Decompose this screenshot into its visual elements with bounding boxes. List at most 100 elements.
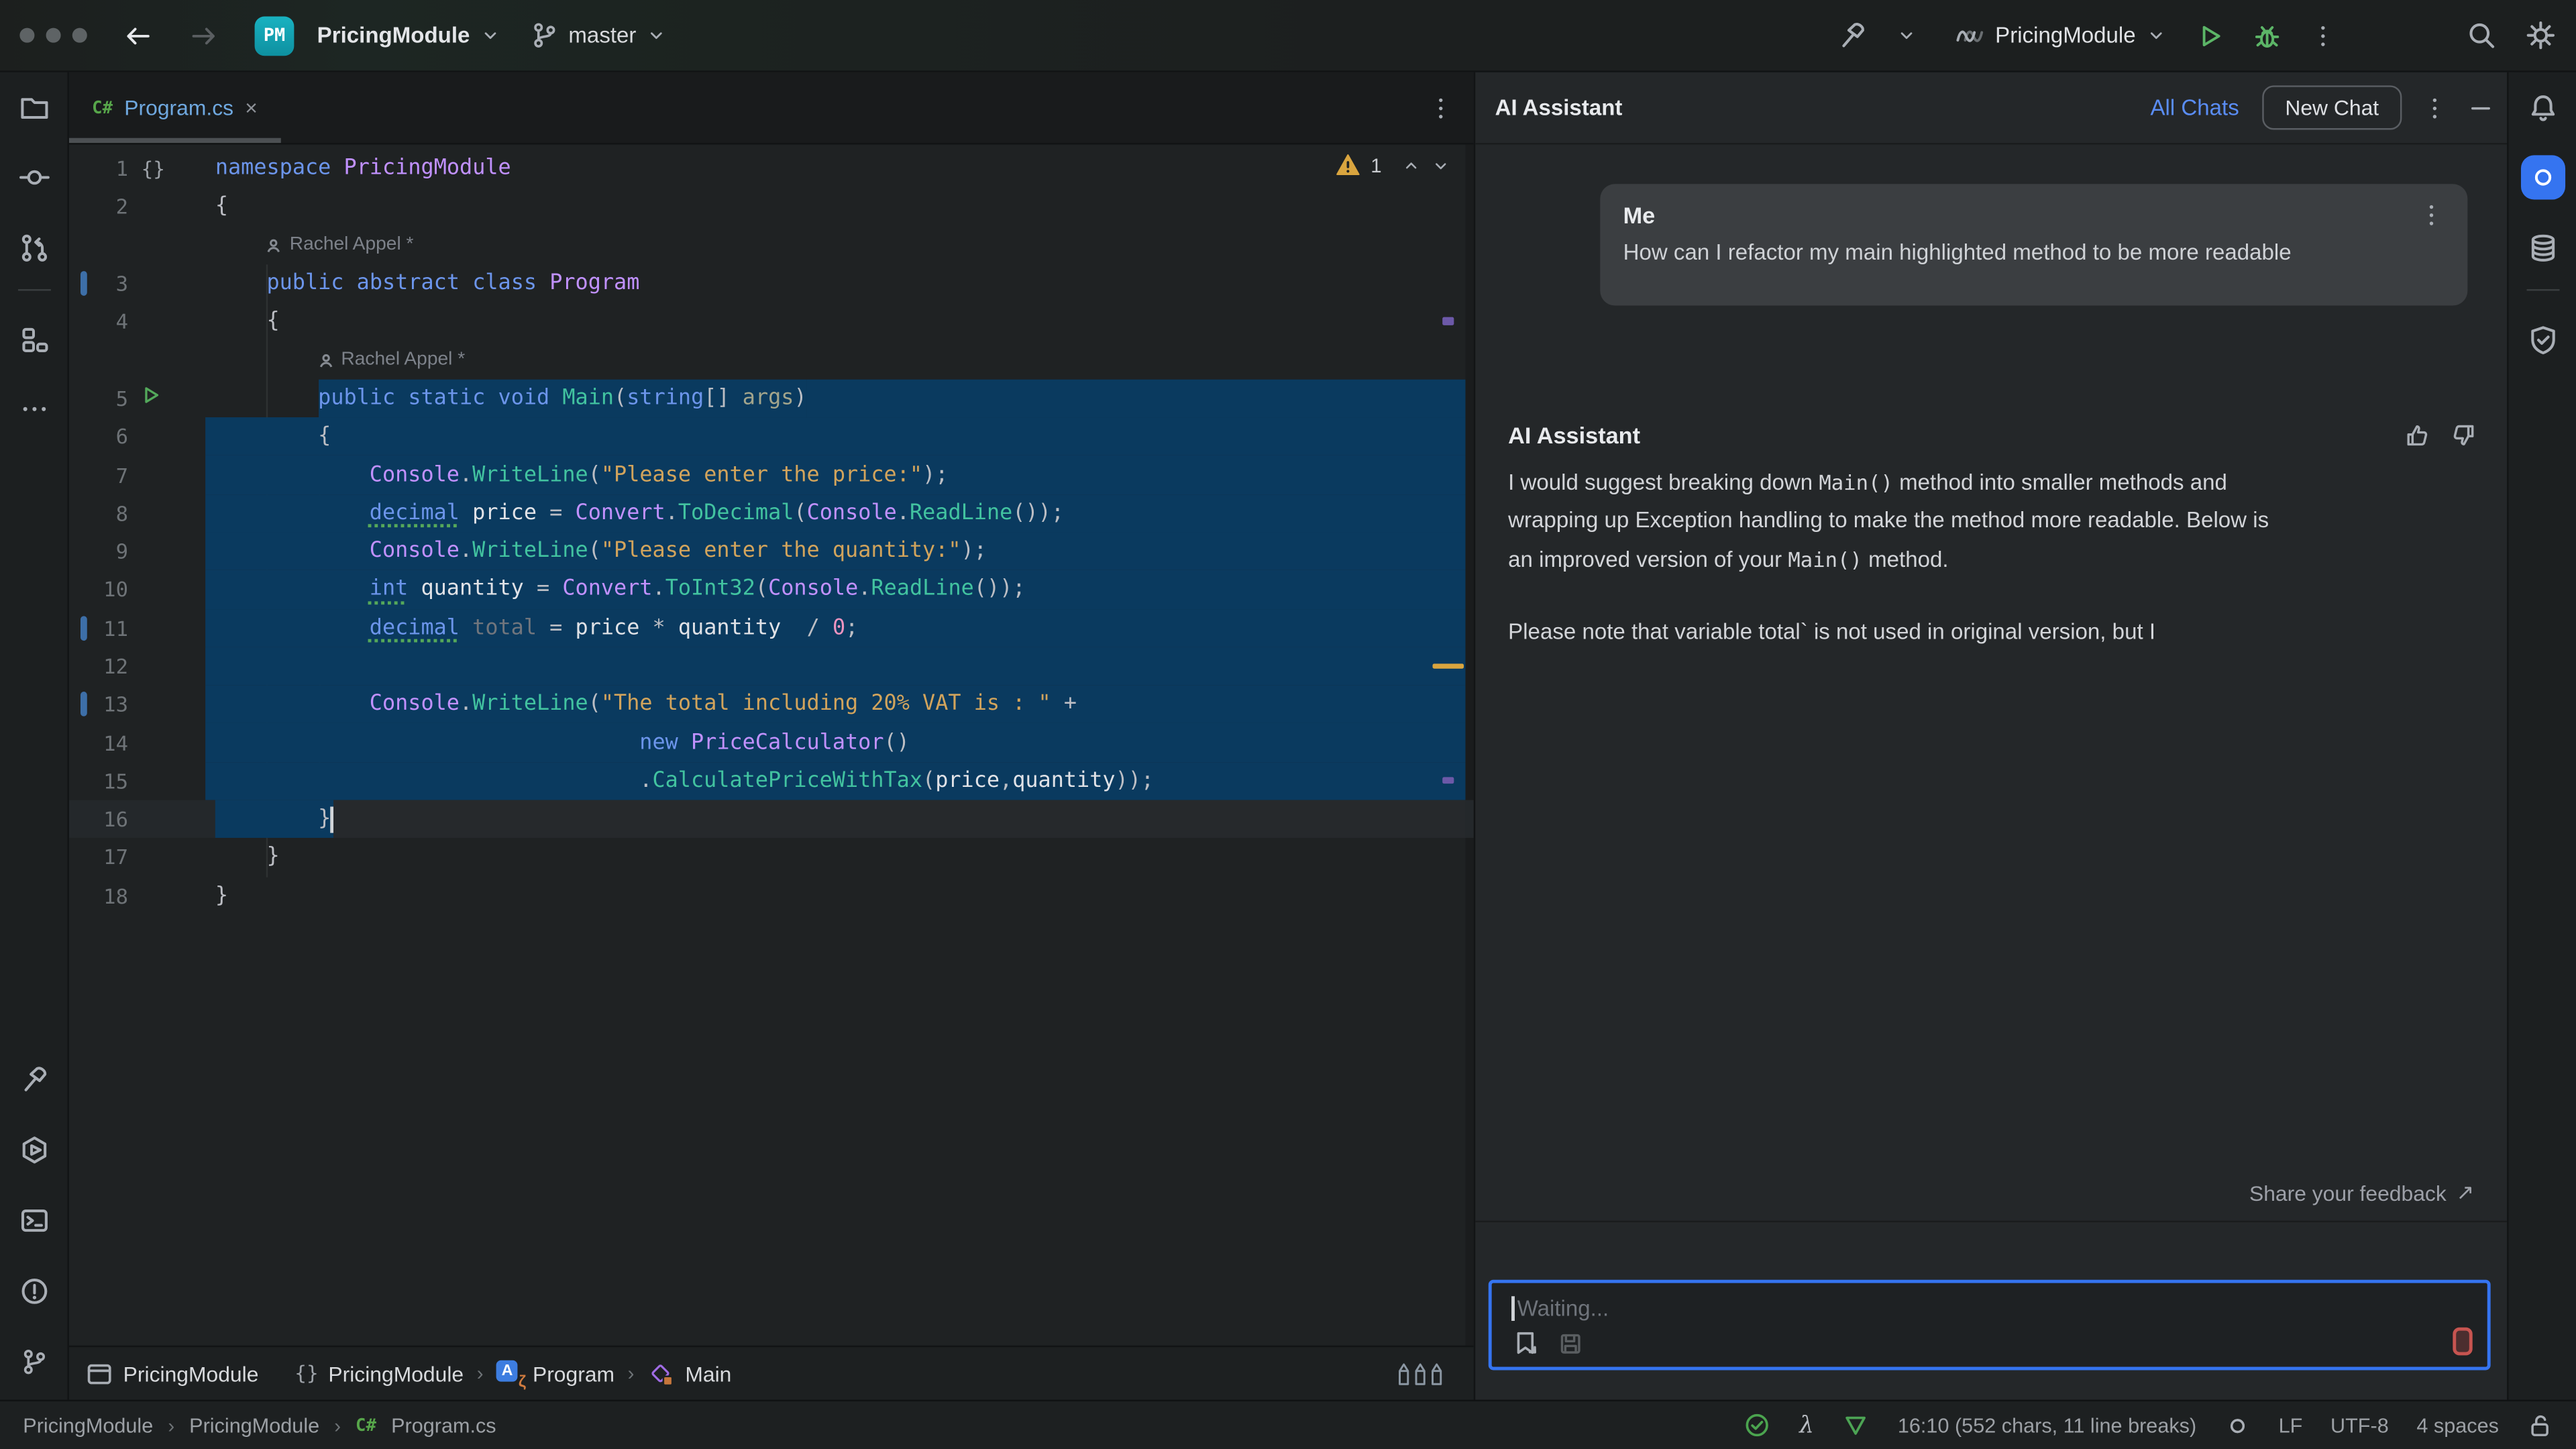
tab-close-icon[interactable]: × (245, 95, 258, 120)
code-line-16[interactable]: 16} (69, 800, 1474, 839)
file-encoding[interactable]: UTF-8 (2330, 1413, 2389, 1436)
code-line-4[interactable]: 4{ (69, 303, 1474, 341)
forward-arrow-icon[interactable] (189, 21, 219, 50)
more-actions-kebab-icon[interactable] (2310, 22, 2336, 48)
commit-tool-icon[interactable] (18, 162, 50, 193)
code-editor[interactable]: 1 1{}namespace PricingModule2{ Rachel Ap… (69, 145, 1474, 1346)
debug-button[interactable] (2253, 21, 2282, 50)
hide-panel-icon[interactable] (2467, 95, 2493, 121)
line-number[interactable]: 7 (69, 462, 128, 487)
project-tool-icon[interactable] (18, 93, 50, 124)
code-line-11[interactable]: 11decimal total = price * quantity / 0; (69, 609, 1474, 647)
breadcrumb-namespace[interactable]: {} PricingModule (294, 1361, 464, 1386)
thumbs-down-icon[interactable] (2451, 422, 2477, 448)
share-feedback-link[interactable]: Share your feedback ↗ (2249, 1179, 2474, 1205)
code-line-6[interactable]: 6{ (69, 417, 1474, 455)
chat-input-box[interactable]: Waiting... (1489, 1280, 2491, 1371)
line-number[interactable]: 13 (69, 692, 128, 717)
services-tool-icon[interactable] (18, 1134, 50, 1166)
database-tool-icon[interactable] (2527, 233, 2559, 264)
line-number[interactable]: 15 (69, 769, 128, 794)
structure-tool-icon[interactable] (18, 325, 50, 356)
line-number[interactable]: 17 (69, 845, 128, 870)
code-line-5[interactable]: 5public static void Main(string[] args) (69, 379, 1474, 417)
run-line-icon[interactable] (142, 386, 161, 411)
code-line-15[interactable]: 15.CalculatePriceWithTax(price,quantity)… (69, 762, 1474, 800)
next-warning-chevron-icon[interactable] (1431, 155, 1450, 174)
line-number[interactable]: 18 (69, 883, 128, 908)
branch-selector[interactable]: master (531, 21, 667, 50)
code-line-14[interactable]: 14new PriceCalculator() (69, 724, 1474, 762)
lock-open-icon[interactable] (2527, 1412, 2553, 1438)
line-number[interactable]: 4 (69, 309, 128, 334)
chat-scroll-area[interactable]: Me How can I refactor my main highlighte… (1475, 146, 2514, 1400)
ai-status-spiral-icon[interactable] (2224, 1412, 2251, 1438)
line-number[interactable]: 5 (69, 386, 128, 411)
line-number[interactable]: 10 (69, 578, 128, 602)
caret-position[interactable]: 16:10 (552 chars, 11 line breaks) (1898, 1413, 2196, 1436)
terminal-tool-icon[interactable] (18, 1205, 50, 1236)
thumbs-up-icon[interactable] (2404, 422, 2430, 448)
save-prompt-disk-icon[interactable] (1558, 1330, 1584, 1356)
line-number[interactable]: 16 (69, 807, 128, 832)
breadcrumb-method[interactable]: Main (647, 1360, 731, 1388)
build-tool-icon[interactable] (18, 1064, 50, 1095)
highlighting-level-icon[interactable]: λ (1799, 1412, 1814, 1438)
project-selector[interactable]: PM PricingModule (255, 15, 501, 55)
ai-assistant-tool-icon[interactable] (2520, 155, 2565, 199)
breadcrumb-module[interactable]: PricingModule (85, 1360, 258, 1388)
status-path-module[interactable]: PricingModule (189, 1413, 319, 1436)
line-number[interactable]: 8 (69, 500, 128, 525)
line-number[interactable]: 2 (69, 195, 128, 219)
code-line-7[interactable]: 7Console.WriteLine("Please enter the pri… (69, 455, 1474, 494)
tab-options-kebab-icon[interactable] (1428, 95, 1454, 121)
stop-generation-button[interactable] (2453, 1328, 2472, 1356)
code-line-3[interactable]: 3public abstract class Program (69, 264, 1474, 303)
indent-setting[interactable]: 4 spaces (2416, 1413, 2499, 1436)
code-line-18[interactable]: 18} (69, 877, 1474, 915)
line-number[interactable]: 9 (69, 539, 128, 564)
line-number[interactable]: 3 (69, 271, 128, 296)
new-chat-button[interactable]: New Chat (2262, 85, 2402, 129)
window-controls[interactable] (19, 28, 87, 43)
message-options-kebab-icon[interactable] (2418, 202, 2445, 228)
code-line-12[interactable]: 12 (69, 647, 1474, 686)
code-line-17[interactable]: 17} (69, 839, 1474, 877)
line-number[interactable]: 14 (69, 731, 128, 755)
code-line-8[interactable]: 8decimal price = Convert.ToDecimal(Conso… (69, 494, 1474, 532)
code-line-1[interactable]: 1{}namespace PricingModule (69, 150, 1474, 188)
git-tool-icon[interactable] (19, 1348, 48, 1376)
run-button[interactable] (2195, 21, 2224, 50)
problems-tool-icon[interactable] (18, 1276, 50, 1307)
pull-requests-tool-icon[interactable] (18, 233, 50, 264)
status-path-file[interactable]: Program.cs (391, 1413, 496, 1436)
pencils-icon[interactable] (1395, 1360, 1450, 1388)
line-separator[interactable]: LF (2279, 1413, 2303, 1436)
code-line-10[interactable]: 10int quantity = Convert.ToInt32(Console… (69, 570, 1474, 608)
line-number[interactable]: 1 (69, 156, 128, 181)
run-config-selector[interactable]: PricingModule (1955, 21, 2167, 50)
settings-gear-icon[interactable] (2525, 19, 2557, 51)
breadcrumb-class[interactable]: Aζ Program (496, 1360, 614, 1387)
notifications-bell-icon[interactable] (2527, 93, 2559, 124)
inspection-widget[interactable]: 1 (1336, 153, 1451, 178)
analysis-ok-check-icon[interactable] (1743, 1411, 1772, 1440)
code-line-2[interactable]: 2{ (69, 188, 1474, 226)
code-line-9[interactable]: 9Console.WriteLine("Please enter the qua… (69, 532, 1474, 570)
prompt-library-bookmark-icon[interactable] (1511, 1329, 1540, 1357)
code-line-13[interactable]: 13Console.WriteLine("The total including… (69, 686, 1474, 724)
line-number[interactable]: 6 (69, 424, 128, 449)
line-number[interactable]: 12 (69, 654, 128, 679)
more-tools-icon[interactable] (19, 394, 48, 424)
line-number[interactable]: 11 (69, 616, 128, 641)
security-shield-icon[interactable] (2527, 325, 2559, 356)
status-path-project[interactable]: PricingModule (23, 1413, 153, 1436)
chevron-down-icon[interactable] (1896, 25, 1918, 46)
back-arrow-icon[interactable] (123, 21, 153, 50)
all-chats-link[interactable]: All Chats (2150, 95, 2239, 120)
search-icon[interactable] (2466, 19, 2498, 51)
panel-options-kebab-icon[interactable] (2422, 95, 2448, 121)
solution-analysis-triangle-icon[interactable] (1842, 1411, 1870, 1440)
prev-warning-chevron-icon[interactable] (1401, 155, 1421, 174)
tab-program-cs[interactable]: C# Program.cs × (69, 72, 280, 143)
